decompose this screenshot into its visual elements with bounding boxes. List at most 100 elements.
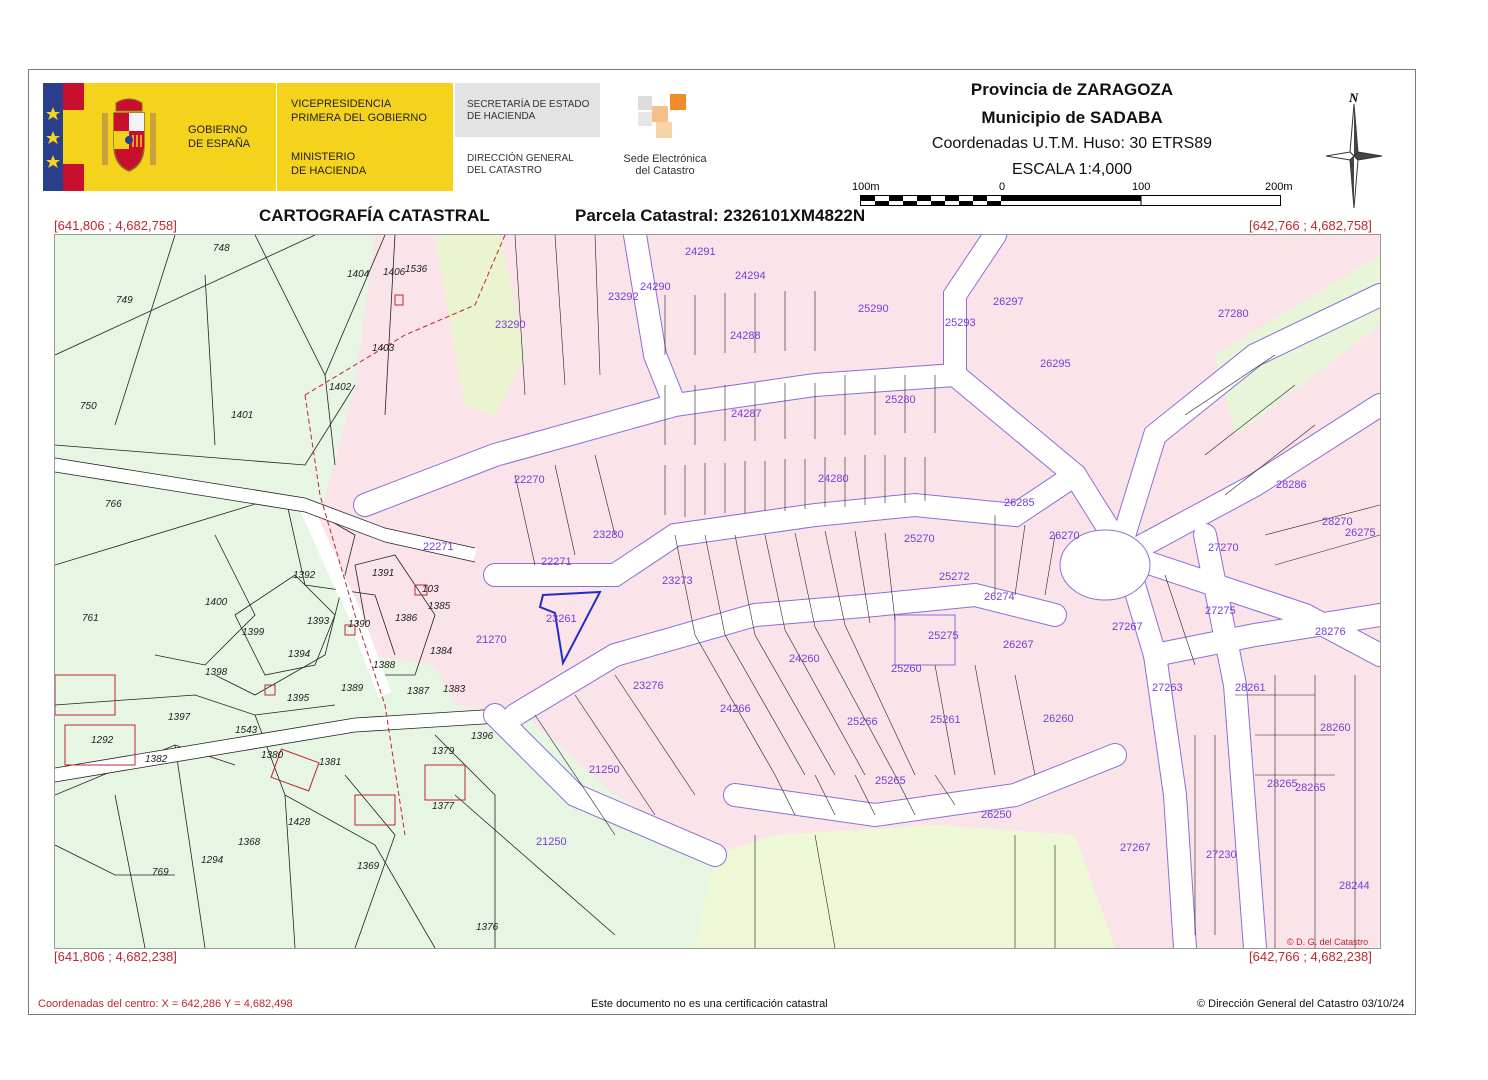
map-scale-text: ESCALA 1:4,000 (1011, 161, 1133, 178)
parcel-label: 749 (116, 295, 133, 306)
parcel-label: 1294 (201, 855, 224, 866)
parcel-label: 26275 (1345, 527, 1376, 539)
parcel-label: 24280 (818, 473, 849, 485)
gobierno-text: GOBIERNO DE ESPAÑA (188, 124, 251, 150)
parcel-label: 1397 (168, 712, 191, 723)
coordinate-system: Coordenadas U.T.M. Huso: 30 ETRS89 (931, 135, 1213, 152)
parcel-label: 1391 (372, 568, 394, 579)
certification-note: Este documento no es una certificación c… (591, 998, 828, 1010)
parcel-label: 28265 (1267, 778, 1298, 790)
parcel-label: 22271 (423, 541, 454, 553)
parcel-label: 1395 (287, 693, 310, 704)
parcel-label: 25293 (945, 317, 976, 329)
parcel-label: 1396 (471, 731, 494, 742)
parcel-label: 750 (80, 401, 97, 412)
corner-coord-bottom-right: [642,766 ; 4,682,238] (1249, 949, 1372, 964)
secretaria-text: SECRETARÍA DE ESTADO DE HACIENDA (467, 99, 590, 122)
cadastral-map[interactable]: 24291 24294 23292 24290 23290 24288 2529… (54, 234, 1381, 949)
parcel-label: 1393 (307, 616, 330, 627)
parcel-label: 1388 (373, 660, 396, 671)
parcel-label: 1406 (383, 267, 406, 278)
provincia-title: Provincia de ZARAGOZA (970, 80, 1174, 99)
vicepresidencia-block: VICEPRESIDENCIA PRIMERA DEL GOBIERNO MIN… (277, 83, 453, 191)
parcel-label: 28261 (1235, 682, 1266, 694)
parcel-label: 769 (152, 867, 169, 878)
parcel-label: 27270 (1208, 542, 1239, 554)
parcel-label: 25270 (904, 533, 935, 545)
scale-bar (860, 195, 1281, 206)
ministerio-text: MINISTERIO DE HACIENDA (291, 151, 367, 177)
copyright-footer: © Dirección General del Catastro 03/10/2… (1197, 998, 1405, 1010)
parcel-label: 27230 (1206, 849, 1237, 861)
parcel-label: 1379 (432, 746, 455, 757)
parcel-label: 24291 (685, 246, 716, 258)
parcel-label: 25265 (875, 775, 906, 787)
parcel-label: 25280 (885, 394, 916, 406)
parcel-label: 25261 (930, 714, 961, 726)
parcel-label: 25290 (858, 303, 889, 315)
parcel-label: 26260 (1043, 713, 1074, 725)
parcel-label: 766 (105, 499, 122, 510)
parcel-label: 22271 (541, 556, 572, 568)
parcel-label: 25260 (891, 663, 922, 675)
parcel-label: 22270 (514, 474, 545, 486)
parcel-label: 24290 (640, 281, 671, 293)
parcel-label: 1402 (329, 382, 352, 393)
parcel-label: 1389 (341, 683, 364, 694)
parcel-label: 23292 (608, 291, 639, 303)
parcel-label: 1377 (432, 801, 455, 812)
parcel-label: 27263 (1152, 682, 1183, 694)
parcel-label: 25272 (939, 571, 970, 583)
scale-label-mid: 100 (1132, 181, 1151, 193)
parcel-label: 1381 (319, 757, 341, 768)
parcel-label: 1403 (372, 343, 395, 354)
parcel-label: 23280 (593, 529, 624, 541)
parcel-label: 28260 (1320, 722, 1351, 734)
parcel-label: 1369 (357, 861, 380, 872)
parcel-label: 23290 (495, 319, 526, 331)
parcel-label: 27267 (1120, 842, 1151, 854)
north-arrow-icon (1326, 104, 1382, 209)
parcel-label: 27267 (1112, 621, 1143, 633)
parcel-label: 1368 (238, 837, 261, 848)
parcel-label: 1400 (205, 597, 228, 608)
parcel-label: 26270 (1049, 530, 1080, 542)
parcel-label: 27280 (1218, 308, 1249, 320)
parcel-label: 1386 (395, 613, 418, 624)
direccion-general-text: DIRECCIÓN GENERAL DEL CATASTRO (467, 153, 574, 176)
parcel-label: 25266 (847, 716, 878, 728)
parcel-label: 23273 (662, 575, 693, 587)
coat-of-arms-icon (102, 98, 156, 172)
parcel-label: 26297 (993, 296, 1024, 308)
map-copyright-small: © D. G. del Catastro (1287, 937, 1368, 947)
parcel-label: 24288 (730, 330, 761, 342)
parcel-label: 21250 (536, 836, 567, 848)
parcel-label: 1387 (407, 686, 430, 697)
corner-coord-top-left: [641,806 ; 4,682,758] (54, 218, 177, 233)
parcel-label: 1401 (231, 410, 253, 421)
parcel-label: 26274 (984, 591, 1015, 603)
parcela-title: Parcela Catastral: 2326101XM4822N (575, 206, 866, 225)
sede-electronica-text: Sede Electrónica del Catastro (623, 153, 707, 177)
parcel-label: 1383 (443, 684, 466, 695)
parcel-label: 28286 (1276, 479, 1307, 491)
secretaria-block: SECRETARÍA DE ESTADO DE HACIENDA (455, 83, 600, 137)
scale-label-right: 200m (1265, 181, 1293, 193)
parcel-label: 1376 (476, 922, 499, 933)
parcel-label: 1543 (235, 725, 258, 736)
spain-flag-stripe (43, 83, 84, 191)
parcel-label: 21270 (476, 634, 507, 646)
sede-electronica-logo-icon (638, 94, 686, 138)
parcel-label: 27275 (1205, 605, 1236, 617)
parcel-label: 761 (82, 613, 99, 624)
parcel-label: 1536 (405, 264, 428, 275)
parcel-label: 24287 (731, 408, 762, 420)
parcel-label: 26295 (1040, 358, 1071, 370)
parcel-label: 1385 (428, 601, 451, 612)
parcel-label: 24260 (789, 653, 820, 665)
center-coordinates: Coordenadas del centro: X = 642,286 Y = … (38, 998, 293, 1010)
parcel-label: 1428 (288, 817, 311, 828)
scale-label-left: 100m (852, 181, 880, 193)
parcel-label: 1292 (91, 735, 114, 746)
parcel-label: 1404 (347, 269, 370, 280)
